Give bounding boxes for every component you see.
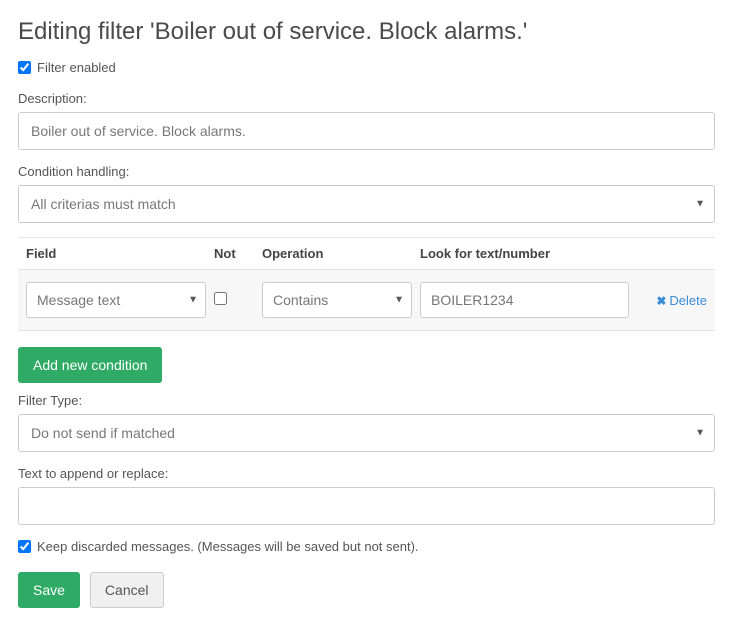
condition-operation-select[interactable]: [262, 282, 412, 318]
filter-type-select[interactable]: [18, 414, 715, 452]
append-text-label: Text to append or replace:: [18, 466, 715, 481]
filter-enabled-row: Filter enabled: [18, 60, 715, 75]
delete-condition-link[interactable]: ✖ Delete: [656, 293, 707, 308]
append-text-input[interactable]: [18, 487, 715, 525]
save-button[interactable]: Save: [18, 572, 80, 608]
delete-label: Delete: [669, 293, 707, 308]
description-label: Description:: [18, 91, 715, 106]
condition-field-select[interactable]: [26, 282, 206, 318]
filter-type-label: Filter Type:: [18, 393, 715, 408]
condition-handling-label: Condition handling:: [18, 164, 715, 179]
condition-value-input[interactable]: [420, 282, 629, 318]
col-not-header: Not: [214, 246, 254, 261]
col-lookfor-header: Look for text/number: [420, 246, 629, 261]
col-operation-header: Operation: [262, 246, 412, 261]
add-condition-button[interactable]: Add new condition: [18, 347, 162, 383]
keep-discarded-label: Keep discarded messages. (Messages will …: [37, 539, 419, 554]
page-title: Editing filter 'Boiler out of service. B…: [18, 18, 715, 46]
keep-discarded-row: Keep discarded messages. (Messages will …: [18, 539, 715, 554]
close-icon: ✖: [656, 294, 666, 308]
condition-not-checkbox[interactable]: [214, 292, 227, 305]
condition-row: ▼ ▼ ✖ Delete: [18, 270, 715, 330]
action-buttons: Save Cancel: [18, 572, 715, 608]
filter-enabled-checkbox[interactable]: [18, 61, 31, 74]
description-input[interactable]: [18, 112, 715, 150]
condition-handling-select[interactable]: [18, 185, 715, 223]
keep-discarded-checkbox[interactable]: [18, 540, 31, 553]
conditions-header: Field Not Operation Look for text/number: [18, 238, 715, 270]
cancel-button[interactable]: Cancel: [90, 572, 164, 608]
col-field-header: Field: [26, 246, 206, 261]
conditions-table: Field Not Operation Look for text/number…: [18, 237, 715, 331]
filter-enabled-label: Filter enabled: [37, 60, 116, 75]
